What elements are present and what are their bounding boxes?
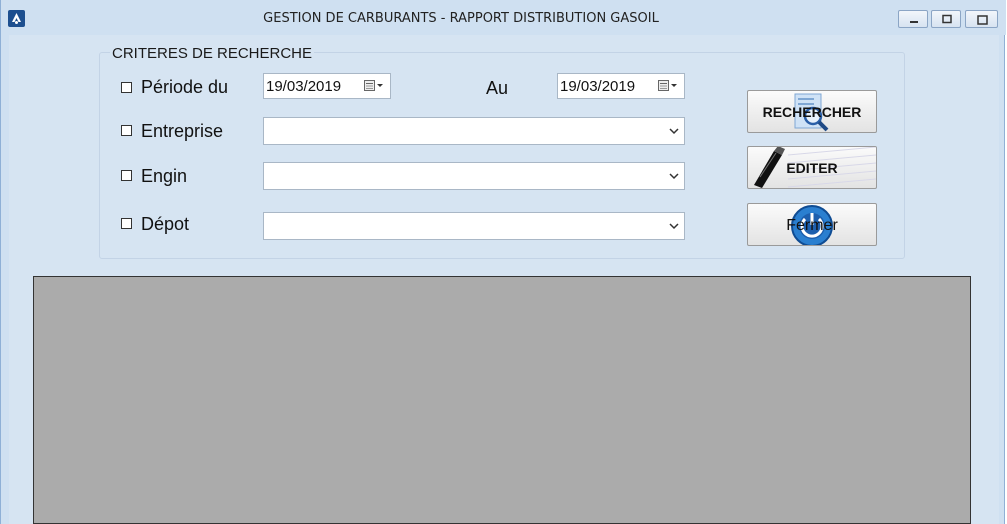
depot-combo[interactable] (263, 212, 685, 240)
calendar-icon[interactable] (364, 80, 384, 92)
fermer-button[interactable]: Fermer (747, 203, 877, 246)
date-to-picker[interactable]: 19/03/2019 (557, 73, 685, 99)
entreprise-label: Entreprise (141, 121, 224, 141)
editer-button[interactable]: EDITER (747, 146, 877, 189)
chevron-down-icon (669, 128, 679, 135)
chevron-down-icon (669, 223, 679, 230)
main-window: GESTION DE CARBURANTS - RAPPORT DISTRIBU… (0, 0, 1006, 524)
periode-checkbox[interactable] (121, 82, 132, 93)
entreprise-checkbox[interactable] (121, 125, 132, 136)
minimize-icon (910, 21, 918, 23)
rechercher-label: RECHERCHER (762, 104, 862, 120)
editer-label: EDITER (786, 160, 838, 176)
periode-label: Période du (141, 77, 229, 97)
date-to-value: 19/03/2019 (560, 78, 636, 95)
engin-checkbox[interactable] (121, 170, 132, 181)
fermer-label: Fermer (786, 217, 838, 234)
maximize-button[interactable] (931, 10, 961, 28)
group-title: CRITERES DE RECHERCHE (110, 45, 315, 62)
date-from-picker[interactable]: 19/03/2019 (263, 73, 391, 99)
close-button[interactable] (965, 10, 998, 28)
close-icon (977, 15, 988, 25)
title-bar[interactable]: GESTION DE CARBURANTS - RAPPORT DISTRIBU… (1, 0, 1006, 35)
calendar-icon[interactable] (658, 80, 678, 92)
minimize-button[interactable] (898, 10, 928, 28)
depot-label: Dépot (141, 214, 190, 234)
maximize-icon (942, 14, 952, 24)
depot-checkbox[interactable] (121, 218, 132, 229)
entreprise-combo[interactable] (263, 117, 685, 145)
au-label: Au (486, 78, 509, 98)
results-grid[interactable] (33, 276, 971, 524)
window-title: GESTION DE CARBURANTS - RAPPORT DISTRIBU… (263, 11, 659, 26)
rechercher-button[interactable]: RECHERCHER (747, 90, 877, 133)
engin-combo[interactable] (263, 162, 685, 190)
date-from-value: 19/03/2019 (266, 78, 342, 95)
chevron-down-icon (669, 173, 679, 180)
engin-label: Engin (141, 166, 188, 186)
